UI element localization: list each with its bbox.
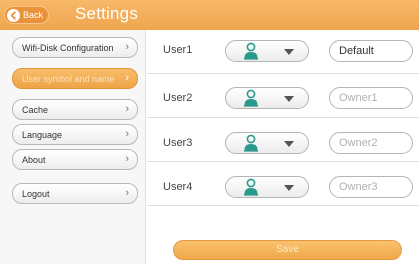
chevron-right-icon: ›	[125, 72, 129, 84]
user-symbol-select[interactable]	[225, 87, 309, 109]
user-row: User4	[147, 162, 419, 206]
back-button[interactable]: Back	[4, 6, 49, 24]
sidebar-item-language[interactable]: Language ›	[12, 124, 138, 145]
back-arrow-icon	[7, 8, 20, 22]
sidebar: Wifi-Disk Configuration › User symbol an…	[0, 30, 146, 264]
user-symbol-select[interactable]	[225, 40, 309, 62]
chevron-right-icon: ›	[125, 153, 129, 165]
sidebar-item-label: User symbol and name	[22, 73, 115, 84]
sidebar-item-logout[interactable]: Logout ›	[12, 183, 138, 204]
back-label: Back	[23, 10, 44, 20]
user-row: User3	[147, 118, 419, 162]
user-row: User2	[147, 74, 419, 118]
user-name-input[interactable]	[329, 132, 413, 154]
user-name-input[interactable]	[329, 40, 413, 62]
dropdown-arrow-icon	[284, 96, 294, 102]
save-button[interactable]: Save	[173, 240, 402, 260]
sidebar-item-label: Logout	[22, 188, 50, 199]
chevron-right-icon: ›	[125, 103, 129, 115]
person-icon	[242, 89, 260, 112]
sidebar-item-user-symbol-and-name[interactable]: User symbol and name ›	[12, 68, 138, 89]
user-label: User2	[163, 92, 193, 104]
user-settings-panel: User1 User2 User3 User4	[147, 30, 419, 264]
chevron-right-icon: ›	[125, 187, 129, 199]
sidebar-item-cache[interactable]: Cache ›	[12, 99, 138, 120]
person-icon	[242, 134, 260, 157]
sidebar-item-label: About	[22, 154, 46, 165]
user-row: User1	[147, 30, 419, 74]
person-icon	[242, 42, 260, 65]
dropdown-arrow-icon	[284, 141, 294, 147]
user-label: User4	[163, 181, 193, 193]
dropdown-arrow-icon	[284, 49, 294, 55]
user-symbol-select[interactable]	[225, 132, 309, 154]
sidebar-item-label: Wifi-Disk Configuration	[22, 42, 114, 53]
dropdown-arrow-icon	[284, 185, 294, 191]
header-bar: Back Settings	[0, 0, 419, 30]
chevron-right-icon: ›	[125, 128, 129, 140]
user-label: User3	[163, 137, 193, 149]
sidebar-item-label: Cache	[22, 104, 49, 115]
sidebar-item-wifi-disk-configuration[interactable]: Wifi-Disk Configuration ›	[12, 37, 138, 58]
user-label: User1	[163, 44, 193, 56]
sidebar-item-label: Language	[22, 129, 63, 140]
chevron-right-icon: ›	[125, 41, 129, 53]
user-name-input[interactable]	[329, 87, 413, 109]
user-name-input[interactable]	[329, 176, 413, 198]
person-icon	[242, 178, 260, 201]
page-title: Settings	[75, 4, 139, 23]
sidebar-item-about[interactable]: About ›	[12, 149, 138, 170]
user-symbol-select[interactable]	[225, 176, 309, 198]
